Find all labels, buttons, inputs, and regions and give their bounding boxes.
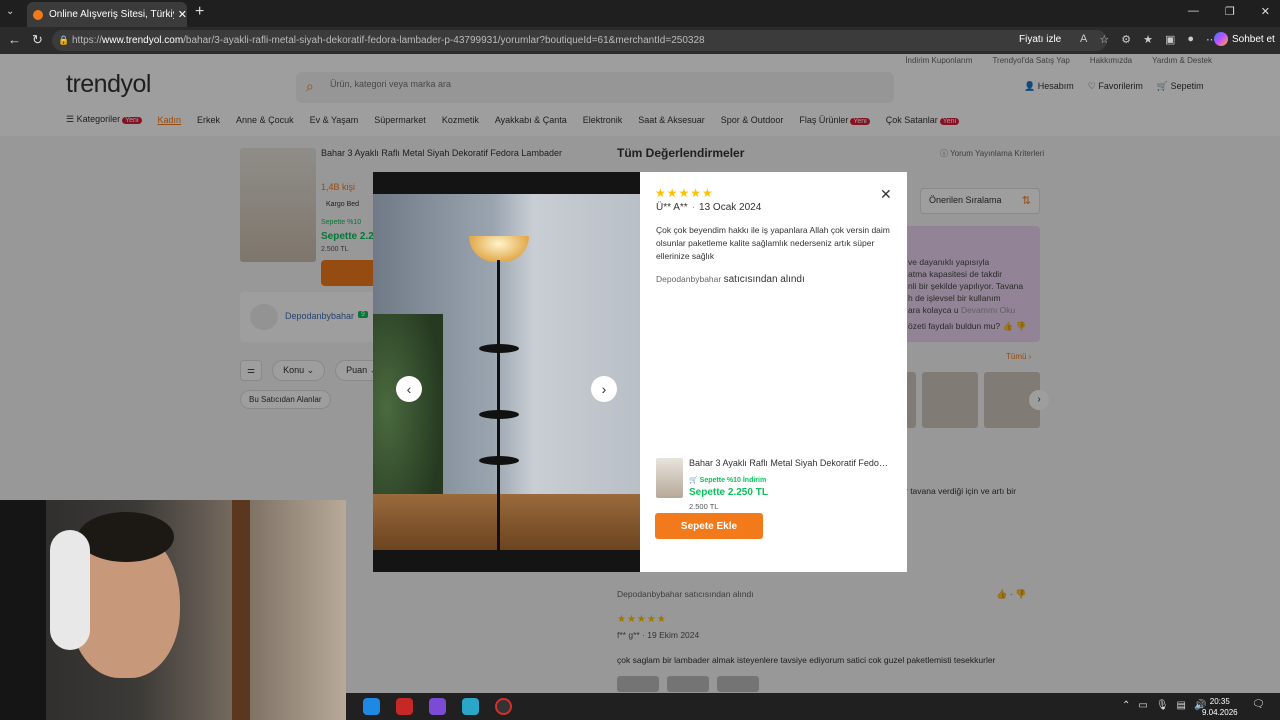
review-stars: ★★★★★ [655,186,714,200]
network-icon[interactable]: ▤ [1177,700,1186,711]
campaign-label: Sepette %10 İndirim [699,477,767,484]
price-follow-button[interactable]: Fiyatı izle [1019,34,1061,45]
tab-title: Online Alışveriş Sitesi, Türkiye'nin [48,9,174,20]
photo-next-icon[interactable]: › [591,376,617,402]
review-author: Ü** A** · 13 Ocak 2024 [656,202,762,213]
taskbar-apps [363,698,512,715]
chevron-up-icon[interactable]: ⌃ [1122,700,1130,711]
edge-app-icon[interactable] [462,698,479,715]
trendyol-favicon-icon [33,9,43,20]
review-photo [373,194,640,550]
discord-app-icon[interactable] [429,698,446,715]
system-tray: ⌃ ▭ 🎙 ▤ 🔊 [1122,700,1206,711]
read-aloud-icon[interactable]: A [1080,33,1087,46]
profile-avatar-icon[interactable]: ● [1187,33,1194,46]
new-tab-icon[interactable]: + [195,3,204,21]
lamp-shelf [479,456,519,465]
review-date: 13 Ocak 2024 [699,202,762,213]
modal-product-title[interactable]: Bahar 3 Ayaklı Raflı Metal Siyah Dekorat… [689,458,889,468]
copilot-icon [1214,32,1228,46]
lamp-pole [497,260,500,550]
review-photo-viewer: ‹ › [373,172,640,572]
collections-icon[interactable]: ▣ [1165,33,1175,46]
review-seller-note: Depodanbybahar satıcısından alındı [656,274,805,285]
taskbar-clock[interactable]: 20:35 9.04.2026 [1202,696,1238,718]
tab-list-icon[interactable]: ⌄ [6,6,14,17]
webcam-hair [78,512,174,562]
modal-product-image[interactable] [656,458,683,498]
adobe-app-icon[interactable] [396,698,413,715]
copilot-chat-button[interactable]: Sohbet et [1214,32,1275,46]
webcam-headset [50,530,90,650]
cart-icon: 🛒 [689,477,698,484]
review-seller-suffix: satıcısından alındı [723,274,805,285]
browser-tabstrip: ⌄ Online Alışveriş Sitesi, Türkiye'nin ✕… [0,0,1280,27]
back-icon[interactable]: ← [8,32,21,47]
clock-date: 9.04.2026 [1202,708,1238,717]
close-window-icon[interactable]: ✕ [1261,5,1270,18]
address-bar-icons: A ☆ ⚙ ★ ▣ ● ⋯ [1080,33,1217,46]
obs-app-icon[interactable] [495,698,512,715]
minimize-icon[interactable]: — [1188,5,1199,18]
window-controls: — ❐ ✕ [1188,5,1270,18]
webcam-door [232,500,250,720]
url-host: www.trendyol.com [102,35,184,46]
lamp-shelf [479,344,519,353]
browser-tab[interactable]: Online Alışveriş Sitesi, Türkiye'nin ✕ [27,2,187,27]
outlook-app-icon[interactable] [363,698,380,715]
url-prefix: https:// [72,35,103,46]
modal-price: Sepette 2.250 TL [689,487,768,498]
refresh-icon[interactable]: ↻ [32,32,43,48]
tab-close-icon[interactable]: ✕ [178,8,187,21]
lamp-shelf [479,410,519,419]
battery-icon[interactable]: ▭ [1138,700,1147,711]
clock-time: 20:35 [1209,697,1230,706]
review-detail-panel: ★★★★★ ✕ Ü** A** · 13 Ocak 2024 Çok çok bey… [640,172,907,572]
review-text: Çok çok beyendim hakkı ile iş yapanlara … [656,225,890,261]
favorites-icon[interactable]: ★ [1143,33,1153,46]
wooden-floor [373,494,640,550]
review-user-name: Ü** A** [656,202,688,213]
lamp-shade [469,236,529,262]
close-icon[interactable]: ✕ [880,186,892,203]
modal-campaign: 🛒 Sepette %10 İndirim [689,476,766,484]
modal-old-price: 2.500 TL [689,502,719,511]
maximize-icon[interactable]: ❐ [1225,5,1235,18]
photo-prev-icon[interactable]: ‹ [396,376,422,402]
address-bar: ← ↻ 🔒 https://www.trendyol.com/bahar/3-a… [0,27,1280,54]
add-to-cart-button[interactable]: Sepete Ekle [655,513,763,539]
favorite-star-icon[interactable]: ☆ [1099,33,1109,46]
webcam-chair [0,500,46,720]
webcam-overlay [0,500,346,720]
microphone-icon[interactable]: 🎙 [1156,700,1169,711]
chat-label: Sohbet et [1232,33,1275,45]
url-field[interactable]: 🔒 https://www.trendyol.com/bahar/3-ayakl… [52,30,1107,51]
taskbar: ⌃ ▭ 🎙 ▤ 🔊 20:35 9.04.2026 🗨 [346,693,1280,720]
notification-icon[interactable]: 🗨 [1252,699,1265,710]
url-path: /bahar/3-ayakli-rafli-metal-siyah-dekora… [183,35,705,46]
review-seller-name: Depodanbybahar [656,274,722,284]
extensions-icon[interactable]: ⚙ [1121,33,1131,46]
site-info-icon[interactable]: 🔒 [58,30,69,51]
